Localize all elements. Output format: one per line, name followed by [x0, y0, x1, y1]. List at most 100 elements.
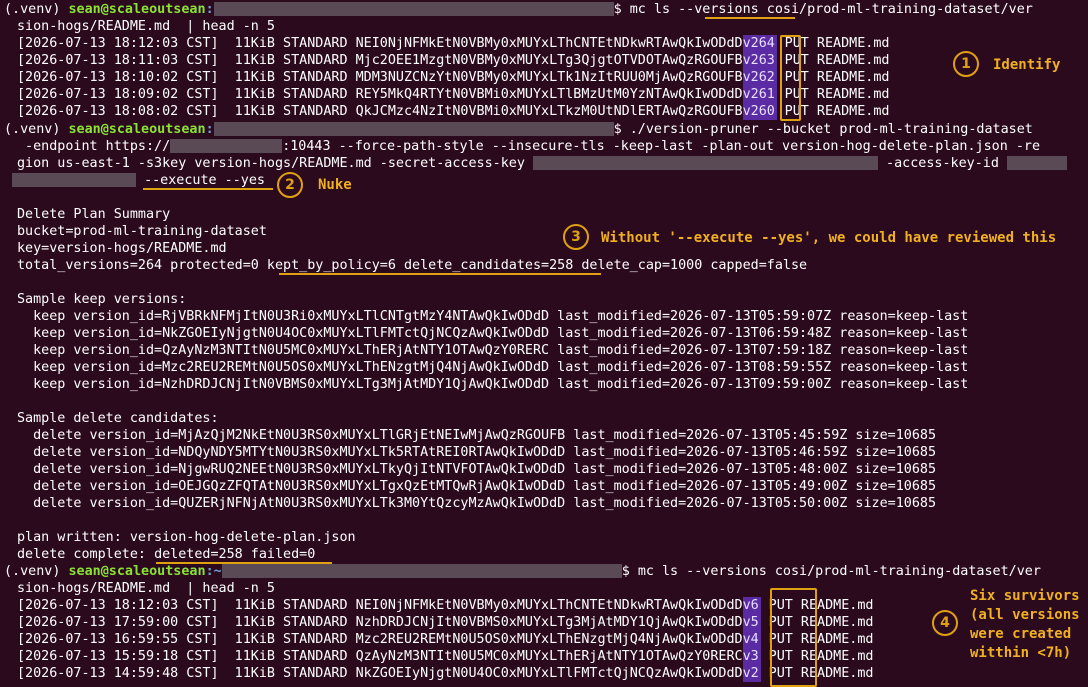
underline-kept-by-policy — [279, 273, 601, 275]
version-size: 11KiB — [234, 70, 284, 85]
underline-versions-flag — [705, 17, 795, 19]
version-date: [2026-07-13 18:12:03 CST] — [17, 36, 235, 51]
prompt-colon: : — [205, 2, 214, 17]
prompt-line-2: (.venv) sean@scaleoutsean: $ ./version-pr… — [4, 121, 1033, 138]
user-host: sean@scaleoutsean — [68, 564, 206, 579]
version-id: REY5MkQ4RTYtN0VBMi0xMUYxLTlBMzUtM0YzNTAw… — [355, 87, 743, 102]
step-badge-2: 2 — [277, 172, 303, 198]
totals-text: delete_cap=1000 capped=false — [573, 258, 808, 273]
prompt-colon: : — [205, 122, 214, 137]
version-number: v264 — [742, 35, 777, 52]
summary-totals: total_versions=264 protected=0 kept_by_p… — [17, 257, 807, 274]
venv-label: (.venv) — [4, 564, 69, 579]
version-row: [2026-07-13 18:12:03 CST] 11KiB STANDARD… — [17, 35, 889, 52]
venv-label: (.venv) — [4, 122, 69, 137]
version-size: 11KiB — [234, 632, 284, 647]
terminal-window[interactable]: (.venv) sean@scaleoutsean: $ mc ls --vers… — [0, 0, 1088, 687]
prompt-colon: : — [205, 564, 214, 579]
prompt-dollar: $ — [613, 2, 630, 17]
plan-written: plan written: version-hog-delete-plan.js… — [17, 530, 356, 545]
underline-execute-flags — [143, 188, 273, 190]
storage-class: STANDARD — [283, 104, 356, 119]
command-text: mc ls — [629, 2, 679, 17]
version-id: MDM3NUZCNzYtN0VBMy0xMUYxLTk1NzItRUU0MjAw… — [355, 70, 743, 85]
version-number: v263 — [742, 52, 777, 69]
redacted-endpoint — [170, 139, 283, 153]
summary-title: Delete Plan Summary — [17, 207, 171, 222]
command-continuation: sion-hogs/README.md | head -n 5 — [17, 19, 275, 34]
user-host: sean@scaleoutsean — [68, 122, 206, 137]
summary-key: key=version-hogs/README.md — [17, 241, 227, 256]
keep-header: Sample keep versions: — [17, 292, 187, 307]
version-row: [2026-07-13 17:59:00 CST] 11KiB STANDARD… — [17, 614, 873, 631]
survivors-line-4: witthin <7h) — [970, 645, 1072, 661]
version-row: [2026-07-13 18:11:03 CST] 11KiB STANDARD… — [17, 52, 889, 69]
prompt-dollar: $ — [613, 122, 630, 137]
version-size: 11KiB — [234, 53, 284, 68]
survivors-line-3: were created — [970, 626, 1072, 642]
version-size: 11KiB — [234, 649, 284, 664]
storage-class: STANDARD — [283, 649, 356, 664]
command-text: ./version-pruner --bucket prod-ml-traini… — [629, 122, 1033, 137]
prompt-line-1: (.venv) sean@scaleoutsean: $ mc ls --vers… — [4, 1, 1033, 18]
command-continuation: gion us-east-1 -s3key version-hogs/READM… — [17, 155, 1067, 172]
delete-header: Sample delete candidates: — [17, 411, 219, 426]
step-badge-3: 3 — [563, 224, 589, 250]
version-number: v6 — [742, 597, 761, 614]
version-id: NzhDRDJCNjItN0VBMS0xMUYxLTg3MjAtMDY1QjAw… — [355, 615, 743, 630]
version-date: [2026-07-13 17:59:00 CST] — [17, 615, 235, 630]
prompt-line-3: (.venv) sean@scaleoutsean:~ $ mc ls --ver… — [4, 564, 1041, 579]
venv-label: (.venv) — [4, 2, 69, 17]
storage-class: STANDARD — [283, 53, 356, 68]
user-host: sean@scaleoutsean — [68, 2, 206, 17]
delete-row: delete version_id=NjgwRUQ2NEEtN0U3RS0xMU… — [17, 462, 937, 477]
redacted-access-key — [12, 173, 136, 187]
storage-class: STANDARD — [283, 87, 356, 102]
version-date: [2026-07-13 18:12:03 CST] — [17, 598, 235, 613]
delete-row: delete version_id=OEJGQzZFQTAtN0U3RS0xMU… — [17, 479, 937, 494]
version-date: [2026-07-13 18:08:02 CST] — [17, 104, 235, 119]
version-row: [2026-07-13 18:10:02 CST] 11KiB STANDARD… — [17, 69, 889, 86]
delete-row: delete version_id=MjAzQjM2NkEtN0U3RS0xMU… — [17, 428, 937, 443]
command-continuation: -endpoint https:// :10443 --force-path-st… — [17, 138, 1040, 155]
version-size: 11KiB — [234, 87, 284, 102]
version-date: [2026-07-13 18:11:03 CST] — [17, 53, 235, 68]
version-id: NkZGOEIyNjgtN0U4OC0xMUYxLTlFMTctQjNCQzAw… — [355, 666, 743, 681]
version-number: v260 — [742, 103, 777, 120]
version-highlight-box-2 — [770, 588, 817, 687]
command-continuation: sion-hogs/README.md | head -n 5 — [17, 581, 275, 596]
keep-row: keep version_id=NkZGOEIyNjgtN0U4OC0xMUYx… — [17, 326, 969, 341]
kept-by-policy: kept_by_policy=6 delete_candidates=258 — [266, 258, 574, 273]
version-size: 11KiB — [234, 666, 284, 681]
summary-bucket: bucket=prod-ml-training-dataset — [17, 224, 267, 239]
version-date: [2026-07-13 15:59:18 CST] — [17, 649, 235, 664]
redacted-path — [221, 564, 622, 578]
storage-class: STANDARD — [283, 615, 356, 630]
redacted-path — [213, 122, 614, 136]
storage-class: STANDARD — [283, 598, 356, 613]
command-text: -endpoint https:// — [17, 139, 171, 154]
version-row: [2026-07-13 18:09:02 CST] 11KiB STANDARD… — [17, 86, 889, 103]
command-text: :10443 --force-path-style --insecure-tls… — [282, 139, 1041, 154]
command-text: cosi/prod-ml-training-dataset/ver — [758, 2, 1033, 17]
command-text: -access-key-id — [877, 156, 1007, 171]
version-id: QzAyNzM3NTItN0U5MC0xMUYxLThERjAtNTY1OTAw… — [355, 649, 743, 664]
delete-row: delete version_id=QUZERjNFNjAtN0U3RS0xMU… — [17, 496, 937, 511]
keep-row: keep version_id=Mzc2REU2REMtN0U5OS0xMUYx… — [17, 360, 969, 375]
versions-flag: --versions — [678, 2, 759, 17]
version-row: [2026-07-13 14:59:48 CST] 11KiB STANDARD… — [17, 665, 873, 682]
delete-complete: delete complete: deleted=258 failed=0 — [17, 546, 315, 563]
version-size: 11KiB — [234, 598, 284, 613]
version-number: v4 — [742, 631, 761, 648]
step-note-nuke: Nuke — [318, 177, 352, 193]
delete-row: delete version_id=NDQyNDY5MTYtN0U3RS0xMU… — [17, 445, 937, 460]
version-number: v5 — [742, 614, 761, 631]
redacted-path — [213, 2, 614, 16]
version-number: v3 — [742, 648, 761, 665]
version-row: [2026-07-13 18:12:03 CST] 11KiB STANDARD… — [17, 597, 873, 614]
step-note-survivors: Six survivors (all versions were created… — [970, 587, 1080, 663]
redacted-secret-key — [532, 156, 878, 170]
storage-class: STANDARD — [283, 70, 356, 85]
command-text: gion us-east-1 -s3key version-hogs/READM… — [17, 156, 533, 171]
survivors-line-2: (all versions — [970, 607, 1080, 623]
